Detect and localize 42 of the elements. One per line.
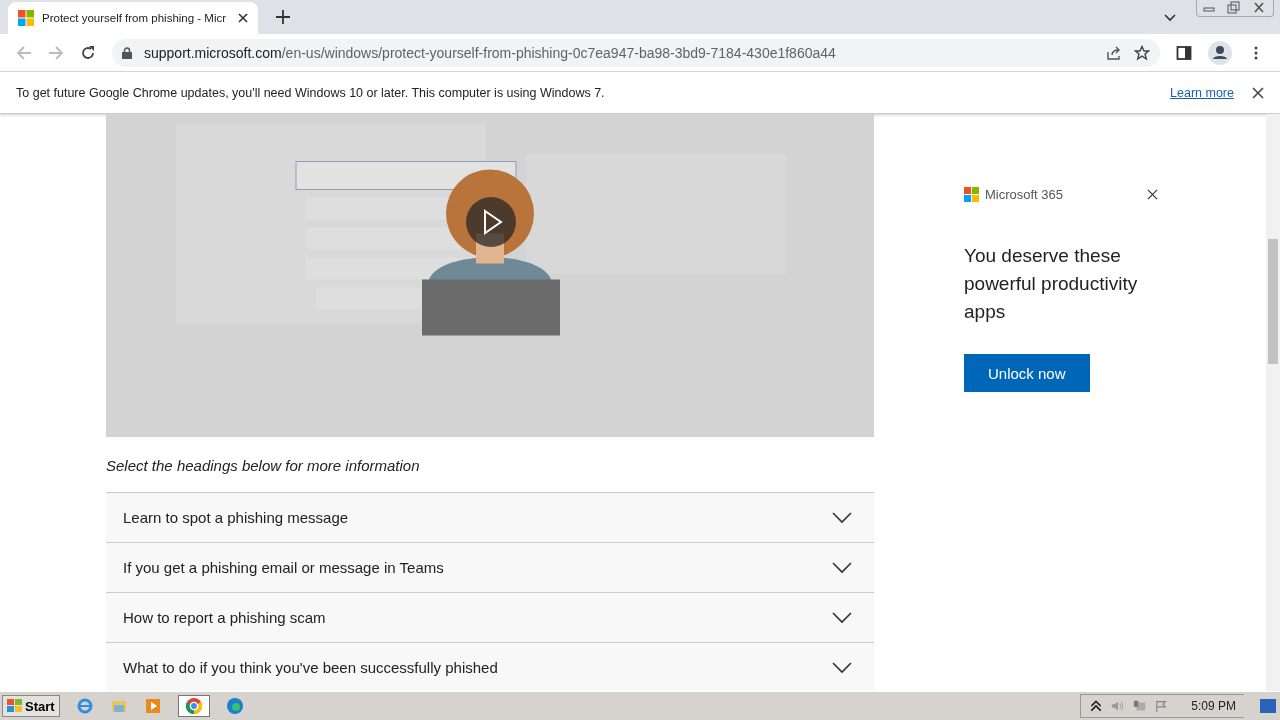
play-button[interactable]	[466, 197, 516, 247]
star-icon[interactable]	[1134, 44, 1150, 61]
internet-explorer-icon[interactable]	[75, 697, 94, 715]
unlock-button[interactable]: Unlock now	[964, 354, 1090, 392]
accordion-header[interactable]: If you get a phishing email or message in Teams	[106, 543, 874, 593]
instruction-text: Select the headings below for more information	[106, 457, 421, 474]
clock[interactable]: 5:09 PM	[1191, 699, 1236, 713]
accordion-header[interactable]: What to do if you think you've been successfully phished	[106, 643, 874, 691]
microsoft-logo-icon	[964, 187, 979, 202]
scroll-thumb[interactable]	[1268, 239, 1278, 364]
reload-icon[interactable]	[80, 44, 96, 61]
profile-icon[interactable]	[1208, 40, 1232, 65]
edge-icon[interactable]	[225, 697, 244, 715]
brand-name: Microsoft 365	[985, 187, 1064, 202]
chevron-down-icon	[832, 661, 852, 674]
chrome-taskbar-button[interactable]	[177, 695, 210, 717]
chevron-down-icon	[832, 561, 852, 574]
chevron-down-icon	[832, 511, 852, 524]
share-icon[interactable]	[1106, 44, 1122, 61]
scrollbar[interactable]	[1266, 114, 1280, 691]
chrome-icon	[184, 697, 203, 715]
network-icon[interactable]	[1133, 699, 1148, 713]
accordion-header[interactable]: How to report a phishing scam	[106, 593, 874, 643]
windows-logo-icon	[18, 10, 34, 26]
start-button[interactable]: Start	[2, 695, 60, 717]
learn-more-link[interactable]: Learn more	[1170, 85, 1234, 100]
update-message: To get future Google Chrome updates, you'll need Windows 10 or later. This computer is using Windows 7.	[16, 85, 605, 100]
media-player-icon[interactable]	[143, 697, 162, 715]
flag-icon[interactable]	[1155, 699, 1170, 713]
chevron-down-icon[interactable]	[1164, 14, 1176, 22]
close-icon[interactable]	[238, 13, 248, 23]
close-icon[interactable]	[1252, 86, 1264, 99]
new-tab-icon[interactable]	[276, 10, 290, 24]
ad-headline: You deserve these powerful productivity apps	[964, 244, 1139, 324]
close-icon[interactable]	[1147, 189, 1158, 200]
chevron-down-icon	[832, 611, 852, 624]
side-panel-icon[interactable]	[1176, 44, 1192, 61]
accordion-header[interactable]: Learn to spot a phishing message	[106, 493, 874, 543]
windows-logo-icon	[7, 698, 23, 714]
lock-icon	[122, 46, 132, 59]
chevron-up-icon[interactable]	[1089, 699, 1104, 713]
browser-tab[interactable]: Protect yourself from phishing - Micr	[8, 2, 258, 34]
